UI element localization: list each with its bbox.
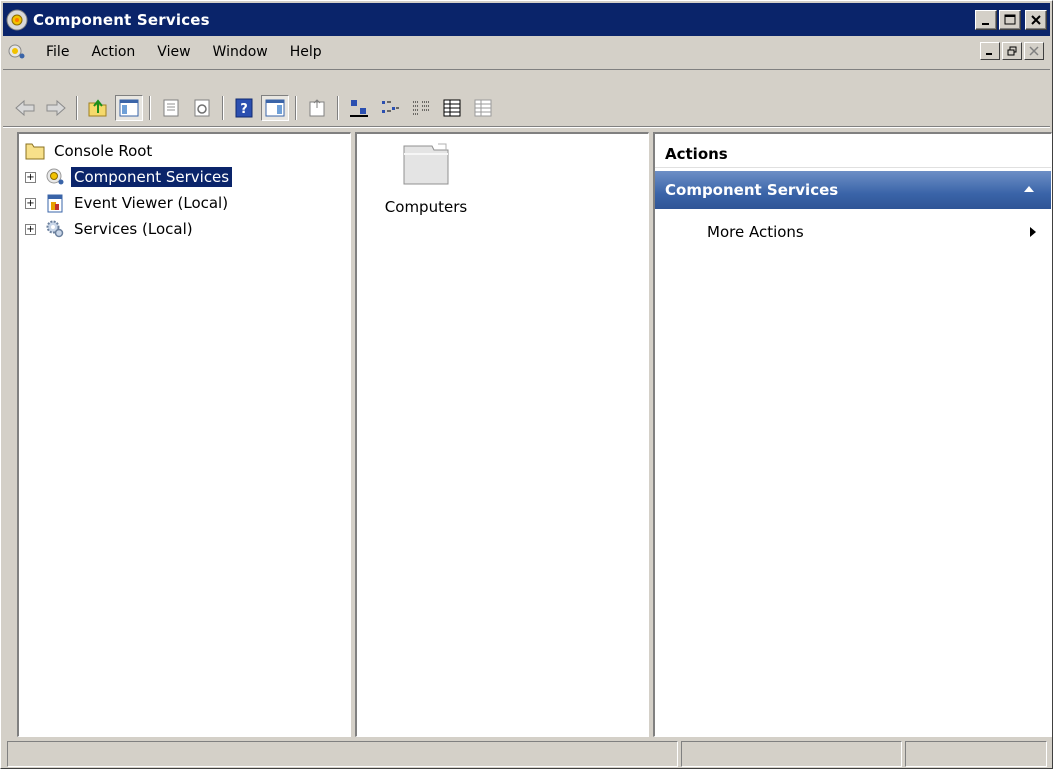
component-services-icon — [46, 168, 64, 185]
component-services-window: Component Services File Action View Wind… — [0, 0, 1053, 769]
tree-item-component-services[interactable]: + Component Services — [25, 164, 234, 190]
tree-item-label: Console Root — [54, 142, 153, 160]
expand-icon[interactable]: + — [25, 171, 36, 183]
toolbar-separator — [76, 96, 78, 120]
status-cell-middle — [680, 741, 903, 767]
detail-button[interactable] — [438, 95, 466, 121]
tree-item-event-viewer[interactable]: + Event Viewer (Local) — [25, 190, 232, 216]
export-list-button[interactable] — [303, 95, 331, 121]
submenu-arrow-icon — [1030, 227, 1036, 237]
filter-view-button[interactable] — [469, 95, 497, 121]
list-item-label: Computers — [384, 198, 468, 216]
close-button[interactable] — [1025, 10, 1047, 30]
title-bar[interactable]: Component Services — [3, 3, 1050, 36]
show-hide-action-pane-button[interactable] — [261, 95, 289, 121]
maximize-button[interactable] — [999, 10, 1021, 30]
detail-icon — [443, 99, 461, 117]
export-list-icon — [309, 99, 325, 117]
toolbar-separator — [149, 96, 151, 120]
list-item-computers[interactable]: Computers — [371, 140, 481, 216]
forward-button[interactable] — [42, 95, 70, 121]
status-cell-right — [905, 741, 1047, 767]
window-title: Component Services — [33, 10, 210, 29]
large-icons-button[interactable] — [345, 95, 373, 121]
toolbar-separator — [337, 96, 339, 120]
menu-file[interactable]: File — [38, 41, 77, 63]
minimize-icon — [986, 53, 992, 55]
results-pane[interactable]: Computers — [355, 132, 649, 737]
toolbar-separator — [222, 96, 224, 120]
event-viewer-icon — [47, 194, 63, 213]
refresh-icon — [194, 99, 210, 117]
expand-icon[interactable]: + — [25, 197, 36, 209]
folder-icon — [25, 143, 45, 160]
tree-item-services[interactable]: + Services (Local) — [25, 216, 232, 242]
toolbar-separator — [295, 96, 297, 120]
filter-view-icon — [474, 99, 492, 117]
caption-buttons — [975, 10, 1047, 30]
maximize-icon — [1004, 14, 1016, 25]
large-icons-icon — [350, 100, 368, 117]
actions-header: Actions — [655, 140, 1051, 168]
tree-item-console-root[interactable]: Console Root — [25, 138, 232, 164]
action-more-actions[interactable]: More Actions — [655, 218, 1051, 246]
expand-icon[interactable]: + — [25, 223, 36, 235]
collapse-up-icon[interactable] — [1023, 185, 1035, 193]
restore-icon — [1007, 46, 1017, 56]
actions-section-title: Component Services — [665, 181, 839, 199]
back-button[interactable] — [11, 95, 39, 121]
small-icons-icon — [382, 101, 399, 113]
folder-icon — [403, 143, 449, 185]
small-icons-button[interactable] — [376, 95, 404, 121]
menu-view[interactable]: View — [149, 41, 198, 63]
menu-bar: File Action View Window Help — [3, 38, 1050, 66]
tree-item-label: Services (Local) — [74, 220, 193, 238]
toolbar-divider — [3, 126, 1050, 128]
tree-item-label: Component Services — [69, 166, 234, 188]
menu-window[interactable]: Window — [205, 41, 276, 63]
menu-action[interactable]: Action — [83, 41, 143, 63]
mdi-restore-button[interactable] — [1002, 42, 1022, 60]
up-one-level-button[interactable] — [84, 95, 112, 121]
mmc-document-icon[interactable] — [6, 42, 28, 62]
refresh-button[interactable] — [188, 95, 216, 121]
action-label: More Actions — [707, 223, 804, 241]
mdi-close-button[interactable] — [1024, 42, 1044, 60]
actions-pane: Actions Component Services More Actions — [653, 132, 1052, 737]
minimize-icon — [982, 23, 989, 25]
mdi-minimize-button[interactable] — [980, 42, 1000, 60]
back-arrow-icon — [15, 99, 35, 117]
actions-section-component-services[interactable]: Component Services — [655, 171, 1051, 209]
help-button[interactable]: ? — [230, 95, 258, 121]
list-button[interactable] — [407, 95, 435, 121]
minimize-button[interactable] — [975, 10, 997, 30]
up-folder-icon — [88, 99, 107, 117]
console-tree: Console Root + Component Services + Even… — [25, 138, 234, 242]
show-hide-console-tree-button[interactable] — [115, 95, 143, 121]
close-icon — [1029, 46, 1039, 56]
list-icon — [413, 101, 429, 115]
toolbar-buttons: ? — [11, 92, 500, 124]
toolbar: ? — [3, 69, 1050, 128]
console-tree-pane[interactable]: Console Root + Component Services + Even… — [17, 132, 351, 737]
close-icon — [1031, 15, 1041, 25]
properties-button[interactable] — [157, 95, 185, 121]
svg-text:?: ? — [240, 102, 248, 117]
menu-help[interactable]: Help — [282, 41, 330, 63]
action-pane-icon — [265, 99, 285, 117]
help-icon: ? — [235, 98, 253, 118]
component-services-app-icon — [6, 9, 28, 30]
mdi-caption-buttons — [980, 42, 1044, 60]
services-gear-icon — [46, 220, 64, 238]
status-bar — [7, 741, 1050, 767]
properties-icon — [163, 99, 179, 117]
tree-item-label: Event Viewer (Local) — [74, 194, 229, 212]
status-cell-main — [7, 741, 678, 767]
console-tree-icon — [119, 99, 139, 117]
forward-arrow-icon — [46, 99, 66, 117]
